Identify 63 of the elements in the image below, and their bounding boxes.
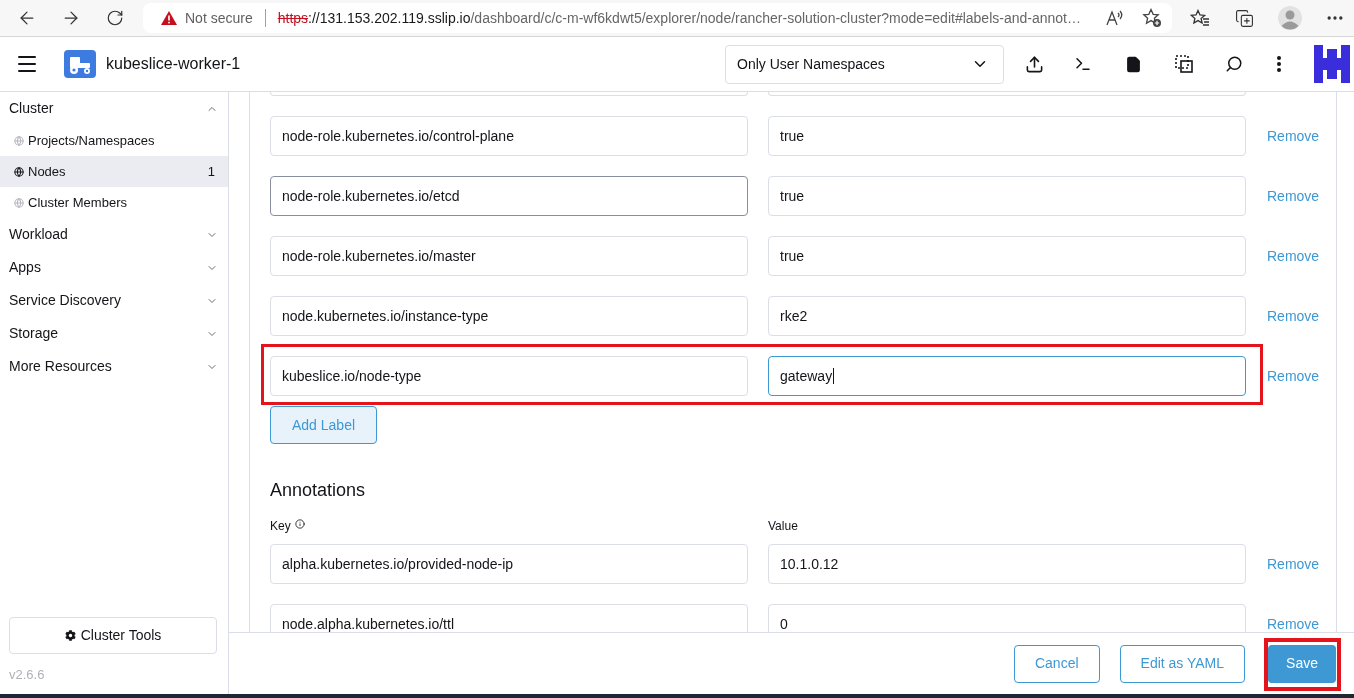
read-aloud-icon[interactable] [1106, 10, 1124, 26]
favorites-icon[interactable] [1190, 9, 1210, 27]
collections-icon[interactable] [1235, 8, 1254, 28]
key-field[interactable]: node.alpha.kubernetes.io/ttl [270, 604, 748, 632]
sidebar-item[interactable]: Nodes 1 [0, 156, 228, 187]
dashed-copy-icon [1175, 55, 1193, 73]
key-field[interactable]: node-role.kubernetes.io/etcd [270, 176, 748, 216]
add-favorite-icon[interactable] [1142, 8, 1162, 28]
avatar-icon[interactable] [1278, 6, 1302, 30]
sidebar-item-label: Nodes [28, 162, 67, 181]
sidebar-group[interactable]: Workload [0, 218, 228, 251]
key-field[interactable]: kubeslice.io/node-type [270, 356, 748, 396]
kebab-menu-icon [1277, 56, 1281, 72]
field-value-text: true [780, 246, 805, 266]
sidebar-group[interactable]: Storage [0, 317, 228, 350]
key-field[interactable]: node.kubernetes.io/instance-type [270, 296, 748, 336]
tractor-logo-icon [64, 50, 96, 78]
upload-icon [1024, 54, 1044, 74]
key-field[interactable]: node-role.kubernetes.io/control-plane [270, 116, 748, 156]
value-field[interactable]: rke2 [768, 296, 1246, 336]
field-value-text: 0 [780, 614, 788, 632]
sidebar-group[interactable]: Cluster [0, 92, 228, 125]
field-value-text: true [780, 126, 805, 146]
security-label[interactable]: Not secure [185, 7, 253, 29]
sidebar-group[interactable]: More Resources [0, 350, 228, 383]
value-field[interactable]: 10.1.0.12 [768, 544, 1246, 584]
sidebar-group[interactable]: Apps [0, 251, 228, 284]
field-value-text: 10.1.0.12 [780, 554, 839, 574]
value-field[interactable]: gateway [768, 356, 1246, 396]
terminal-icon [1074, 55, 1092, 73]
globe-icon [14, 197, 24, 208]
info-icon [294, 519, 305, 529]
key-field[interactable]: node-role.kubernetes.io/master [270, 236, 748, 276]
value-field[interactable]: 0 [768, 604, 1246, 632]
namespace-filter[interactable]: Only User Namespaces [725, 44, 1004, 84]
cluster-name: kubeslice-worker-1 [106, 54, 241, 74]
sidebar-group[interactable]: Service Discovery [0, 284, 228, 317]
item-count: 1 [207, 162, 215, 181]
key-column-label: Key [270, 518, 291, 535]
field-value-text: gateway [780, 366, 833, 386]
version-label: v2.6.6 [9, 665, 46, 684]
value-field[interactable]: true [768, 176, 1246, 216]
key-field[interactable]: alpha.kubernetes.io/provided-node-ip [270, 544, 748, 584]
text-cursor [833, 368, 835, 384]
value-field[interactable]: true [768, 116, 1246, 156]
value-field[interactable]: true [768, 236, 1246, 276]
url-text[interactable]: https://131.153.202.119.sslip.io/dashboard/c/c-m-wf6kdwt5/explorer/node/rancher-solution-cluster?mode=edit#labels-and-annot… [277, 7, 1098, 29]
globe-icon [14, 135, 24, 146]
cluster-tools-button[interactable]: Cluster Tools [9, 616, 217, 654]
brand-logo-icon [1314, 45, 1350, 83]
sidebar-item-label: Projects/Namespaces [28, 131, 156, 150]
sidebar-item-label: Cluster Members [28, 193, 128, 212]
address-bar[interactable]: Not secure https://131.153.202.119.sslip.io/dashboard/c/c-m-wf6kdwt5/explorer/node/rancher-solution-cluster?mode=edit#labels-and-annot… [143, 3, 1172, 33]
field-value-text: rke2 [780, 306, 808, 326]
field-value-text: true [780, 186, 805, 206]
gear-icon [64, 629, 76, 641]
value-column-label: Value [768, 518, 798, 535]
section-title: Annotations [270, 479, 366, 502]
reload-icon [106, 9, 124, 27]
file-icon [1124, 55, 1142, 73]
globe-icon [14, 166, 24, 177]
warning-icon [161, 11, 177, 25]
search-icon [1225, 55, 1243, 73]
